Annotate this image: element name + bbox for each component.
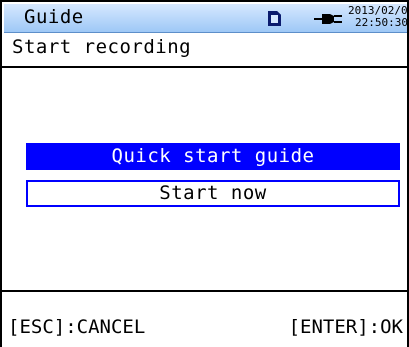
quick-start-guide-button[interactable]: Quick start guide bbox=[26, 143, 400, 170]
cancel-hint[interactable]: [ESC]:CANCEL bbox=[8, 316, 145, 338]
screen-title: Guide bbox=[24, 6, 84, 28]
power-plug-icon bbox=[314, 14, 342, 24]
ok-hint[interactable]: [ENTER]:OK bbox=[289, 316, 403, 338]
page-subtitle: Start recording bbox=[12, 36, 192, 58]
footer-bar: [ESC]:CANCEL [ENTER]:OK bbox=[2, 312, 409, 342]
title-bar: Guide 2013/02/04 22:50:30 bbox=[4, 4, 409, 33]
datetime-display: 2013/02/04 22:50:30 bbox=[348, 5, 409, 29]
menu-panel: Quick start guide Start now bbox=[2, 66, 409, 292]
device-screen: Guide 2013/02/04 22:50:30 Start recordin… bbox=[0, 0, 409, 347]
sd-card-icon bbox=[268, 11, 281, 26]
start-now-button[interactable]: Start now bbox=[26, 180, 400, 207]
time-text: 22:50:30 bbox=[355, 16, 408, 29]
